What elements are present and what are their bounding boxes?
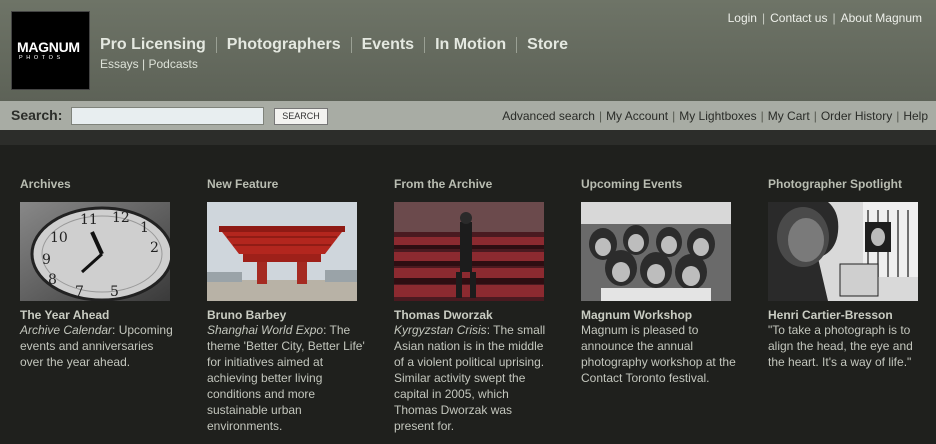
link-divider: |	[896, 109, 900, 123]
feature-lead: Archive Calendar	[20, 323, 113, 337]
section-heading: Upcoming Events	[581, 177, 683, 191]
search-button[interactable]: SEARCH	[274, 108, 328, 125]
svg-text:12: 12	[112, 210, 130, 226]
help-link[interactable]: Help	[903, 109, 928, 123]
my-account-link[interactable]: My Account	[606, 109, 668, 123]
divider-band	[0, 130, 936, 145]
my-lightboxes-link[interactable]: My Lightboxes	[679, 109, 756, 123]
feature-description: "To take a photograph is to align the he…	[768, 322, 928, 370]
magnum-logo[interactable]: MAGNUM PHOTOS	[11, 11, 90, 90]
feature-from-archive: From the Archive Thomas Dworzak Kyrgyzst…	[394, 177, 554, 434]
account-links: Advanced search | My Account | My Lightboxes…	[502, 109, 928, 123]
expo-pavilion-photo[interactable]	[207, 202, 357, 301]
feature-lead: Kyrgyzstan Crisis	[394, 323, 487, 337]
feature-lead: Shanghai World Expo	[207, 323, 324, 337]
contact-link[interactable]: Contact us	[770, 11, 827, 25]
feature-title[interactable]: The Year Ahead	[20, 308, 180, 322]
portrait-photo[interactable]	[768, 202, 918, 301]
nav-divider	[516, 37, 518, 53]
logo-subtext: PHOTOS	[19, 55, 64, 61]
nav-store[interactable]: Store	[527, 36, 568, 54]
main-nav: Pro Licensing Photographers Events In Mo…	[100, 36, 568, 54]
order-history-link[interactable]: Order History	[821, 109, 892, 123]
nav-events[interactable]: Events	[362, 36, 414, 54]
feature-title[interactable]: Magnum Workshop	[581, 308, 741, 322]
nav-photographers[interactable]: Photographers	[227, 36, 341, 54]
feature-body: : The theme 'Better City, Better Life' f…	[207, 323, 365, 433]
link-divider: |	[760, 109, 764, 123]
feature-description: Kyrgyzstan Crisis: The small Asian natio…	[394, 322, 554, 434]
svg-text:11: 11	[80, 212, 98, 228]
feature-body: : The small Asian nation is in the middl…	[394, 323, 546, 433]
search-input[interactable]	[71, 107, 264, 125]
link-divider: |	[672, 109, 676, 123]
feature-description: Magnum is pleased to announce the annual…	[581, 322, 741, 386]
feature-photographer-spotlight: Photographer Spotlight Henri Cartier-Bre…	[768, 177, 928, 370]
search-bar: Search: SEARCH Advanced search | My Accoun…	[0, 101, 936, 130]
feature-description: Archive Calendar: Upcoming events and an…	[20, 322, 180, 370]
subnav-podcasts[interactable]: Podcasts	[148, 57, 197, 71]
section-heading: Photographer Spotlight	[768, 177, 902, 191]
login-link[interactable]: Login	[728, 11, 757, 25]
feature-title[interactable]: Henri Cartier-Bresson	[768, 308, 928, 322]
feature-new: New Feature Bruno Barbey Shanghai World …	[207, 177, 367, 434]
sub-nav: Essays | Podcasts	[100, 57, 198, 71]
feature-title[interactable]: Thomas Dworzak	[394, 308, 554, 322]
nav-divider	[215, 37, 217, 53]
feature-description: Shanghai World Expo: The theme 'Better C…	[207, 322, 367, 434]
nav-in-motion[interactable]: In Motion	[435, 36, 506, 54]
nav-divider	[424, 37, 426, 53]
advanced-search-link[interactable]: Advanced search	[502, 109, 595, 123]
feature-title[interactable]: Bruno Barbey	[207, 308, 367, 322]
section-heading: Archives	[20, 177, 71, 191]
site-header: MAGNUM PHOTOS Pro Licensing Photographer…	[0, 0, 936, 101]
feature-upcoming-events: Upcoming Events Magnum Workshop Magnum i…	[581, 177, 741, 386]
about-link[interactable]: About Magnum	[841, 11, 922, 25]
svg-text:2: 2	[150, 240, 159, 256]
logo-text: MAGNUM	[17, 39, 80, 55]
subnav-essays[interactable]: Essays	[100, 57, 139, 71]
svg-text:10: 10	[50, 230, 68, 246]
feature-body: "To take a photograph is to align the he…	[768, 323, 913, 369]
clock-photo[interactable]: 10 11 12 1 2 9 8 7 5	[20, 202, 170, 301]
svg-text:1: 1	[140, 220, 149, 236]
feature-body: Magnum is pleased to announce the annual…	[581, 323, 736, 385]
nav-pro-licensing[interactable]: Pro Licensing	[100, 36, 206, 54]
svg-text:7: 7	[75, 284, 84, 300]
svg-text:9: 9	[42, 252, 51, 268]
svg-text:5: 5	[110, 284, 119, 300]
search-label: Search:	[11, 107, 63, 123]
section-heading: From the Archive	[394, 177, 493, 191]
utility-links: Login | Contact us | About Magnum	[728, 11, 922, 25]
nav-divider	[350, 37, 352, 53]
link-divider: |	[813, 109, 817, 123]
section-heading: New Feature	[207, 177, 279, 191]
link-divider: |	[598, 109, 603, 123]
link-divider: |	[761, 11, 766, 25]
parliament-hall-photo[interactable]	[394, 202, 544, 301]
my-cart-link[interactable]: My Cart	[768, 109, 810, 123]
feature-archives: Archives 10 11 12 1 2 9 8 7 5 The Year A…	[20, 177, 180, 370]
classroom-photo[interactable]	[581, 202, 731, 301]
link-divider: |	[832, 11, 836, 25]
svg-text:8: 8	[48, 272, 57, 288]
